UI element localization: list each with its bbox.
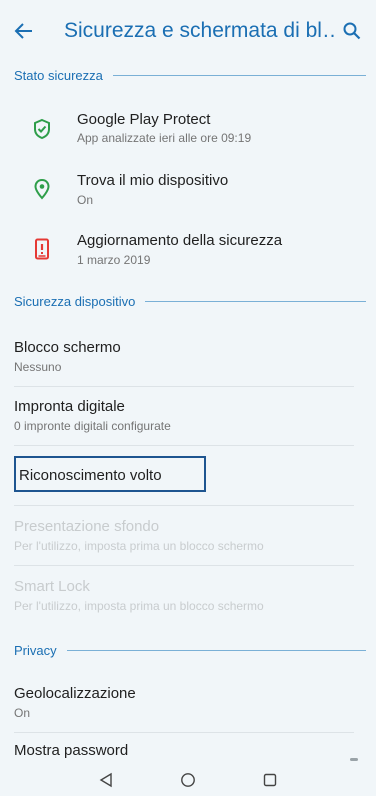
item-subtitle: 1 marzo 2019 <box>77 253 151 267</box>
mostra-password-item[interactable]: Mostra password <box>0 734 376 764</box>
item-subtitle: On <box>77 193 94 207</box>
nav-back-icon <box>99 772 112 788</box>
aggiornamento-sicurezza-item[interactable]: Aggiornamento della sicurezza 1 marzo 20… <box>0 220 376 276</box>
item-title: Geolocalizzazione <box>14 685 136 702</box>
item-title: Aggiornamento della sicurezza <box>77 232 283 249</box>
section-title: Sicurezza dispositivo <box>14 293 136 309</box>
shield-check-icon <box>34 118 50 140</box>
section-header-privacy: Privacy <box>14 640 366 660</box>
nav-recents-icon <box>263 773 277 787</box>
divider <box>14 386 354 387</box>
divider <box>14 565 354 566</box>
arrow-left-icon <box>14 23 32 39</box>
item-title: Presentazione sfondo <box>14 518 160 535</box>
nav-home-button[interactable] <box>177 769 199 791</box>
geolocalizzazione-item[interactable]: Geolocalizzazione On <box>0 674 376 730</box>
toggle-switch[interactable] <box>350 758 358 761</box>
item-subtitle: Per l'utilizzo, imposta prima un blocco … <box>14 599 264 613</box>
item-subtitle: Nessuno <box>14 360 62 374</box>
divider <box>14 505 354 506</box>
app-bar: Sicurezza e schermata di bl… <box>0 0 376 62</box>
section-rule <box>66 649 366 651</box>
section-rule <box>145 300 366 302</box>
section-header-stato-sicurezza: Stato sicurezza <box>14 65 366 85</box>
search-icon <box>343 22 361 40</box>
nav-home-icon <box>181 773 195 787</box>
impronta-digitale-item[interactable]: Impronta digitale 0 impronte digitali co… <box>0 388 376 444</box>
item-subtitle: App analizzate ieri alle ore 09:19 <box>77 131 252 145</box>
nav-recents-button[interactable] <box>259 769 281 791</box>
page-title: Sicurezza e schermata di bl… <box>64 19 336 42</box>
item-subtitle: Per l'utilizzo, imposta prima un blocco … <box>14 539 264 553</box>
item-subtitle: 0 impronte digitali configurate <box>14 419 171 433</box>
phone-alert-icon <box>35 238 49 260</box>
navigation-bar <box>0 764 376 796</box>
section-title: Stato sicurezza <box>14 67 103 83</box>
section-rule <box>112 74 366 76</box>
item-title: Impronta digitale <box>14 398 125 415</box>
item-title: Google Play Protect <box>77 111 211 128</box>
item-subtitle: On <box>14 706 31 720</box>
blocco-schermo-item[interactable]: Blocco schermo Nessuno <box>0 328 376 384</box>
nav-back-button[interactable] <box>95 769 117 791</box>
smart-lock-item: Smart Lock Per l'utilizzo, imposta prima… <box>0 567 376 623</box>
item-title: Blocco schermo <box>14 339 121 356</box>
item-title: Smart Lock <box>14 578 90 595</box>
trova-dispositivo-item[interactable]: Trova il mio dispositivo On <box>0 160 376 216</box>
presentazione-sfondo-item: Presentazione sfondo Per l'utilizzo, imp… <box>0 507 376 563</box>
section-title: Privacy <box>14 642 57 658</box>
location-pin-icon <box>34 178 50 200</box>
back-button[interactable] <box>14 16 44 46</box>
focus-highlight <box>14 456 206 492</box>
google-play-protect-item[interactable]: Google Play Protect App analizzate ieri … <box>0 100 376 156</box>
search-button[interactable] <box>340 19 364 43</box>
divider <box>14 732 354 733</box>
item-title: Mostra password <box>14 742 129 759</box>
section-header-sicurezza-dispositivo: Sicurezza dispositivo <box>14 291 366 311</box>
item-title: Trova il mio dispositivo <box>77 172 229 189</box>
